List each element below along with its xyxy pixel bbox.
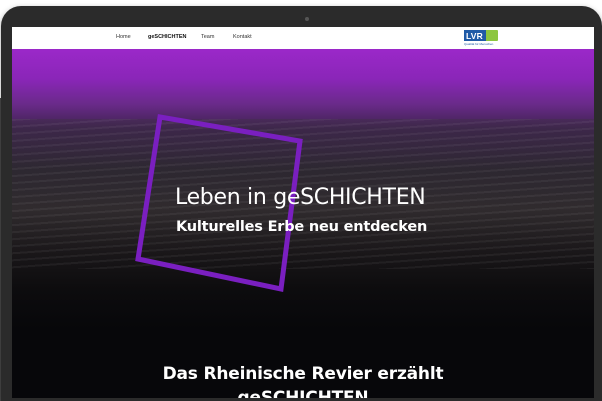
hero-title: Leben in geSCHICHTEN <box>175 185 426 210</box>
section-title-line-1: Das Rheinische Revier erzählt <box>162 364 444 384</box>
nav-item-team[interactable]: Team <box>201 34 214 40</box>
laptop-screen: Leben in geSCHICHTEN Kulturelles Erbe ne… <box>12 27 594 398</box>
hero-subtitle: Kulturelles Erbe neu entdecken <box>176 219 428 235</box>
nav-item-home[interactable]: Home <box>116 34 131 40</box>
section-title: Das Rheinische Revier erzählt geSCHICHTE… <box>12 362 594 398</box>
logo-subtitle: Qualität für Menschen <box>464 42 494 46</box>
section-title-line-2: geSCHICHTEN <box>237 388 369 398</box>
laptop-device: Leben in geSCHICHTEN Kulturelles Erbe ne… <box>1 6 602 401</box>
nav-item-geschichten[interactable]: geSCHICHTEN <box>148 34 187 40</box>
nav-item-kontakt[interactable]: Kontakt <box>233 34 252 40</box>
camera-icon <box>305 17 309 21</box>
hero-section: Leben in geSCHICHTEN Kulturelles Erbe ne… <box>12 49 594 398</box>
top-navbar: Home geSCHICHTEN Team Kontakt LVR Qualit… <box>12 27 594 49</box>
lvr-logo[interactable]: LVR Qualität für Menschen <box>464 30 498 47</box>
logo-text: LVR <box>466 31 483 41</box>
